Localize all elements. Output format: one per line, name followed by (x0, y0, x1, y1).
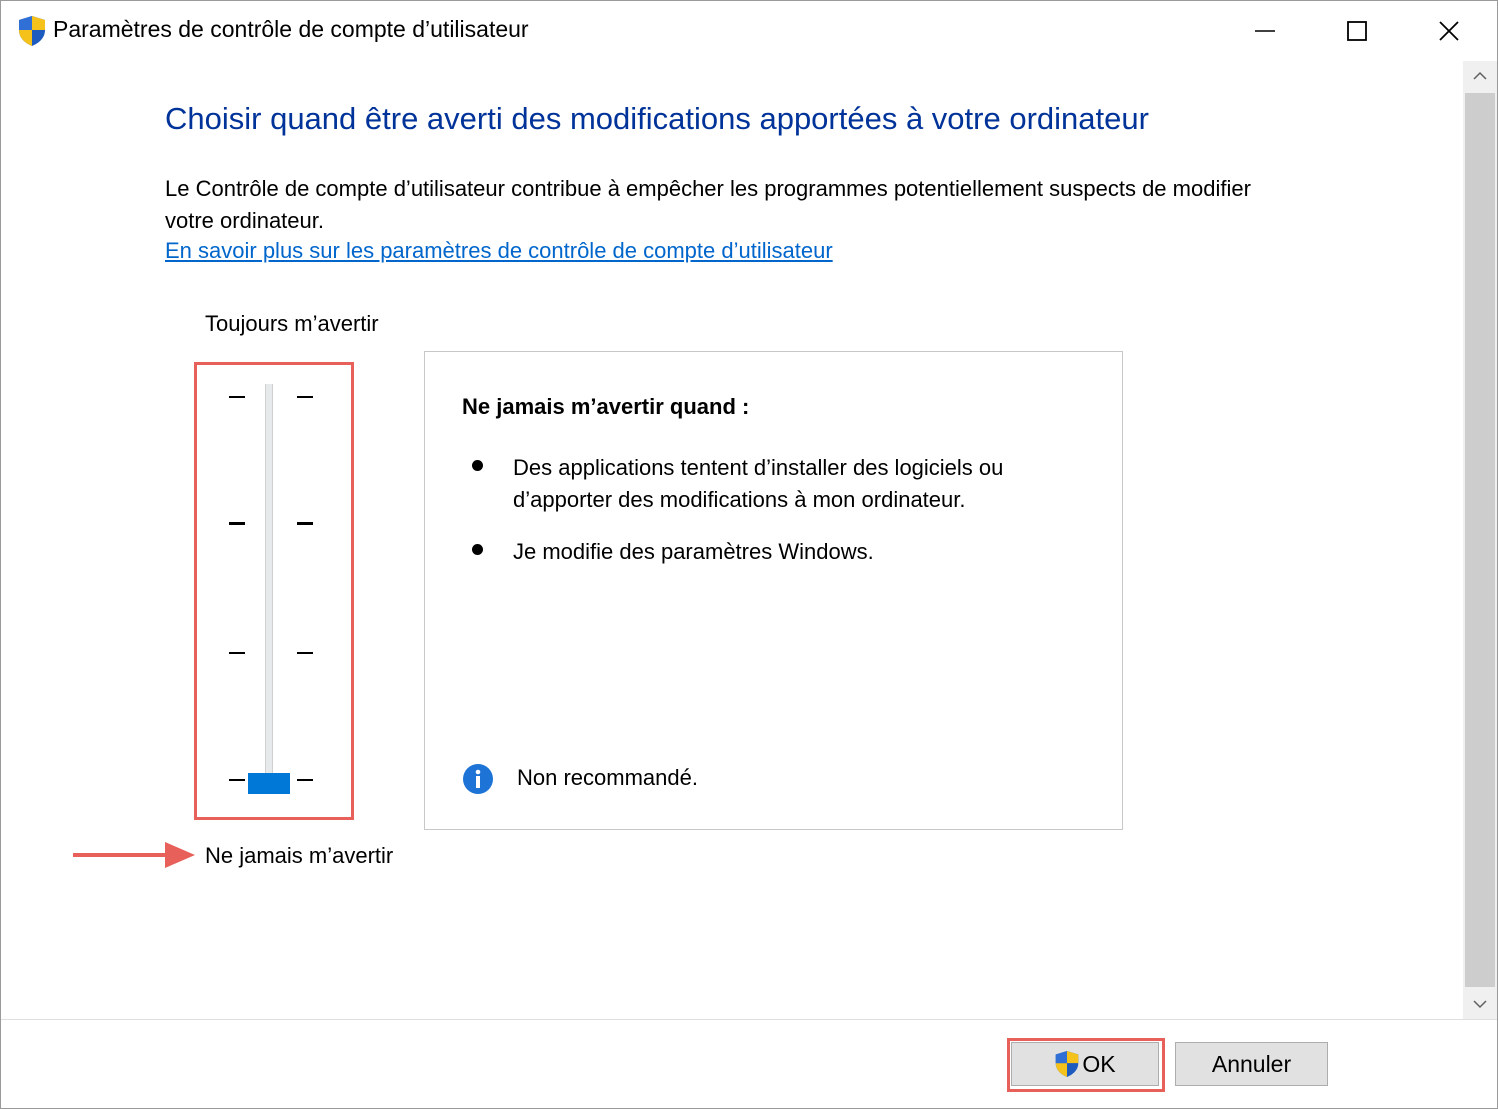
uac-shield-icon (1056, 1051, 1079, 1077)
window-title: Paramètres de contrôle de compte d’utili… (53, 16, 529, 42)
slider-tick (297, 522, 313, 525)
slider-tick (229, 779, 245, 781)
slider-tick (297, 396, 313, 398)
slider-tick (297, 652, 313, 654)
slider-tick (229, 652, 245, 654)
scrollbar-thumb[interactable] (1465, 93, 1495, 987)
close-icon (1439, 21, 1459, 41)
page-heading: Choisir quand être averti des modificati… (165, 101, 1149, 136)
maximize-button[interactable] (1311, 1, 1403, 61)
info-icon (463, 764, 493, 794)
bullet-icon (472, 460, 483, 471)
title-bar: Paramètres de contrôle de compte d’utili… (1, 1, 1497, 61)
slider-bottom-label: Ne jamais m’avertir (205, 843, 394, 868)
slider-top-label: Toujours m’avertir (205, 311, 379, 336)
info-note: Non recommandé. (517, 765, 698, 790)
arrow-annotation-icon (73, 842, 195, 868)
info-item: Je modifie des paramètres Windows. (513, 539, 874, 564)
slider-tick (297, 779, 313, 781)
slider-thumb[interactable] (248, 773, 290, 794)
info-panel: Ne jamais m’avertir quand : Des applicat… (424, 351, 1123, 830)
scroll-up-button[interactable] (1463, 61, 1497, 91)
scroll-down-button[interactable] (1463, 989, 1497, 1019)
info-panel-title: Ne jamais m’avertir quand : (462, 394, 750, 419)
chevron-up-icon (1473, 71, 1487, 80)
slider-tick (229, 522, 245, 525)
slider-tick (229, 396, 245, 398)
uac-settings-window: Paramètres de contrôle de compte d’utili… (0, 0, 1498, 1109)
close-button[interactable] (1403, 1, 1495, 61)
minimize-button[interactable] (1219, 1, 1311, 61)
chevron-down-icon (1473, 1000, 1487, 1009)
bullet-icon (472, 544, 483, 555)
cancel-button[interactable]: Annuler (1175, 1042, 1328, 1086)
vertical-scrollbar[interactable] (1463, 61, 1497, 1019)
learn-more-link[interactable]: En savoir plus sur les paramètres de con… (165, 238, 833, 264)
uac-shield-icon (19, 16, 45, 46)
ok-button-label: OK (1082, 1050, 1116, 1077)
minimize-icon (1255, 30, 1275, 32)
description-text: Le Contrôle de compte d’utilisateur cont… (165, 176, 1251, 233)
maximize-icon (1347, 21, 1367, 41)
slider-highlight-box (194, 362, 354, 820)
ok-button[interactable]: OK (1011, 1042, 1159, 1086)
info-item: Des applications tentent d’installer des… (513, 455, 1004, 512)
slider-track[interactable] (265, 384, 273, 794)
